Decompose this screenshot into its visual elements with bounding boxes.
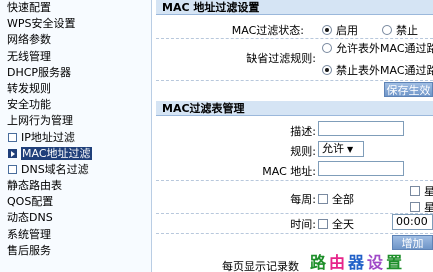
- sidebar-item[interactable]: 转发规则: [0, 81, 151, 97]
- rule-select[interactable]: 允许 ▼: [318, 141, 364, 157]
- status-enable-option[interactable]: 启用: [322, 22, 358, 38]
- sidebar-item[interactable]: IP地址过滤: [0, 130, 151, 146]
- rule-allow-radio[interactable]: [322, 43, 332, 53]
- sidebar-item[interactable]: 快速配置: [0, 0, 151, 16]
- sidebar-item-label: 安全功能: [7, 98, 51, 112]
- sidebar-item-label: MAC地址过滤: [21, 146, 92, 160]
- arrow-right-icon: [8, 148, 17, 158]
- sidebar-item-label: IP地址过滤: [21, 130, 75, 144]
- all-week-label: 全部: [332, 193, 354, 206]
- enable-label: 启用: [336, 24, 358, 37]
- time-start-value: 00:00: [396, 215, 428, 228]
- watermark-char: 器: [348, 253, 368, 272]
- watermark-char: 路: [310, 253, 330, 272]
- mac-address-input[interactable]: [318, 161, 404, 176]
- rule-deny-label: 禁止表外MAC通过路由: [336, 64, 433, 77]
- square-bullet-icon: [8, 164, 17, 174]
- mac-address-label: MAC 地址:: [262, 165, 316, 178]
- all-week-checkbox[interactable]: [318, 194, 328, 204]
- all-day-option[interactable]: 全天: [318, 216, 354, 232]
- rule-deny-radio[interactable]: [322, 65, 332, 75]
- records-per-page-label: 每页显示记录数: [222, 260, 299, 272]
- weekday-label-1: 星期: [424, 185, 433, 198]
- watermark-char: 由: [329, 253, 349, 272]
- sidebar-item[interactable]: 无线管理: [0, 49, 151, 65]
- sidebar-item[interactable]: 上网行为管理: [0, 113, 151, 129]
- sidebar-item-label: DNS域名过滤: [21, 162, 89, 176]
- sidebar-item[interactable]: 售后服务: [0, 243, 151, 259]
- sidebar-item-label: QOS配置: [7, 195, 54, 209]
- sidebar-item-label: 转发规则: [7, 81, 51, 95]
- add-button[interactable]: 增加: [392, 235, 433, 250]
- rule-allow-option[interactable]: 允许表外MAC通过路由: [322, 40, 433, 56]
- enable-radio[interactable]: [322, 25, 332, 35]
- disable-label: 禁止: [396, 24, 418, 37]
- main-panel: MAC 地址过滤设置 MAC过滤状态: 启用 禁止 缺省过滤规则: 允许表外MA…: [156, 0, 433, 272]
- divider: [156, 80, 433, 81]
- sidebar-item-label: 快速配置: [7, 1, 51, 14]
- divider: [156, 180, 433, 181]
- sidebar-item[interactable]: WPS安全设置: [0, 16, 151, 32]
- rule-label: 规则:: [290, 145, 316, 158]
- sidebar-item[interactable]: 网络参数: [0, 32, 151, 48]
- sidebar-item[interactable]: 动态DNS: [0, 210, 151, 226]
- default-rule-label: 缺省过滤规则:: [246, 52, 316, 65]
- sidebar-item-label: 动态DNS: [7, 211, 53, 225]
- divider: [156, 233, 433, 234]
- filter-status-label: MAC过滤状态:: [231, 24, 304, 37]
- divider: [156, 38, 433, 39]
- watermark: 路由器设置: [310, 249, 405, 272]
- disable-radio[interactable]: [382, 25, 392, 35]
- sidebar-item-label: 售后服务: [7, 243, 51, 257]
- sidebar-item-label: 静态路由表: [7, 179, 62, 193]
- save-button[interactable]: 保存生效: [384, 82, 433, 97]
- mac-filter-table-title: MAC过滤表管理: [156, 101, 433, 116]
- chevron-down-icon: ▼: [347, 145, 354, 154]
- status-disable-option[interactable]: 禁止: [382, 22, 418, 38]
- all-week-option[interactable]: 全部: [318, 191, 354, 207]
- sidebar-item[interactable]: 系统管理: [0, 227, 151, 243]
- mac-filter-settings-title: MAC 地址过滤设置: [156, 0, 433, 15]
- sidebar-item[interactable]: DNS域名过滤: [0, 162, 151, 178]
- sidebar-item[interactable]: DHCP服务器: [0, 65, 151, 81]
- rule-allow-label: 允许表外MAC通过路由: [336, 42, 433, 55]
- time-start-select[interactable]: 00:00: [392, 214, 433, 230]
- sidebar-item[interactable]: 静态路由表: [0, 178, 151, 194]
- weekday-checkbox-1[interactable]: [410, 186, 420, 196]
- rule-select-value: 允许: [322, 142, 344, 155]
- sidebar-item[interactable]: QOS配置: [0, 194, 151, 210]
- sidebar-item-label: 上网行为管理: [7, 114, 73, 128]
- all-day-label: 全天: [332, 218, 354, 231]
- sidebar-item-label: DHCP服务器: [7, 65, 72, 79]
- week-label: 每周:: [290, 193, 316, 206]
- square-bullet-icon: [8, 132, 17, 142]
- sidebar-item-label: 系统管理: [7, 227, 51, 241]
- description-label: 描述:: [290, 125, 316, 138]
- sidebar-item-label: 网络参数: [7, 33, 51, 47]
- sidebar: 快速配置 WPS安全设置 网络参数无线管理 DHCP服务器 转发规则安全功能上网行为管理…: [0, 0, 152, 272]
- watermark-char: 设: [367, 253, 387, 272]
- weekday-checkbox-2[interactable]: [410, 202, 420, 212]
- time-label: 时间:: [290, 218, 316, 231]
- all-day-checkbox[interactable]: [318, 219, 328, 229]
- sidebar-item[interactable]: MAC地址过滤: [0, 146, 151, 162]
- description-input[interactable]: [318, 121, 404, 136]
- weekday-option-1[interactable]: 星期: [410, 183, 433, 199]
- rule-deny-option[interactable]: 禁止表外MAC通过路由: [322, 62, 433, 78]
- sidebar-item[interactable]: 安全功能: [0, 97, 151, 113]
- sidebar-item-label: 无线管理: [7, 49, 51, 63]
- sidebar-item-label: WPS安全设置: [7, 17, 76, 31]
- watermark-char: 置: [386, 253, 406, 272]
